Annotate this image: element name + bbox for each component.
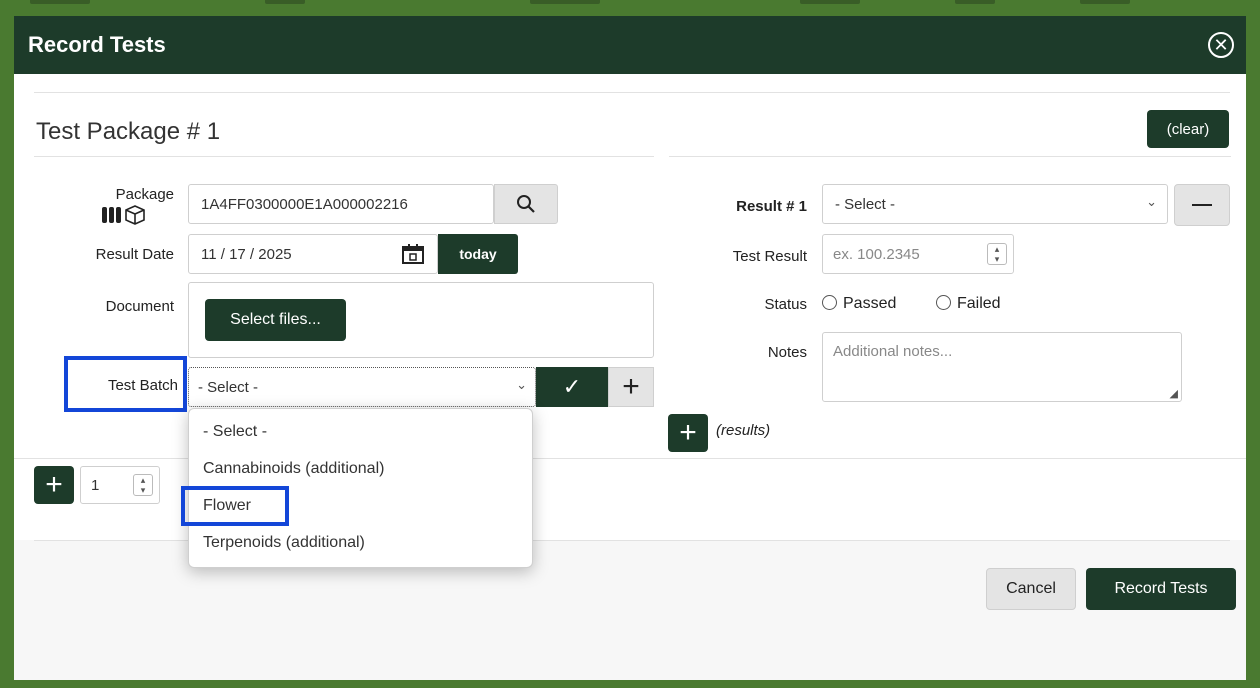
- record-tests-modal: Record Tests ✕ Test Package # 1 (clear) …: [14, 16, 1246, 680]
- chevron-down-icon: ⌄: [1146, 194, 1157, 209]
- record-tests-button[interactable]: Record Tests: [1086, 568, 1236, 610]
- passed-label: Passed: [843, 295, 897, 312]
- test-batch-value: - Select -: [198, 378, 259, 396]
- today-button[interactable]: today: [438, 234, 518, 274]
- package-type-icons: [100, 204, 148, 230]
- test-batch-label: Test Batch: [107, 377, 178, 394]
- cancel-button[interactable]: Cancel: [986, 568, 1076, 610]
- status-passed-option[interactable]: Passed: [822, 295, 896, 313]
- failed-label: Failed: [957, 295, 1001, 312]
- divider-left: [34, 156, 654, 157]
- notes-textarea[interactable]: Additional notes... ◢: [822, 332, 1182, 402]
- package-count-stepper[interactable]: 1 ▴ ▾: [80, 466, 160, 504]
- add-package-button[interactable]: +: [34, 466, 74, 504]
- close-icon[interactable]: ✕: [1208, 32, 1234, 58]
- clear-button[interactable]: (clear): [1147, 110, 1229, 148]
- calendar-icon[interactable]: [401, 244, 425, 268]
- result-label: Result # 1: [736, 198, 807, 215]
- test-package-title: Test Package # 1: [36, 118, 221, 145]
- notes-placeholder: Additional notes...: [833, 343, 953, 360]
- package-label: Package: [115, 186, 174, 203]
- failed-radio[interactable]: [936, 295, 951, 310]
- search-button[interactable]: [494, 184, 558, 224]
- resize-handle-icon[interactable]: ◢: [1170, 387, 1178, 400]
- package-count-value: 1: [91, 476, 100, 494]
- plus-icon: +: [45, 468, 63, 501]
- add-results-label: (results): [716, 422, 771, 439]
- status-failed-option[interactable]: Failed: [936, 295, 1001, 313]
- divider-right: [669, 156, 1231, 157]
- test-batch-select[interactable]: - Select - ⌄: [188, 367, 536, 407]
- divider: [34, 92, 1230, 93]
- minus-icon: [1192, 204, 1212, 206]
- modal-title: Record Tests: [28, 32, 166, 57]
- status-label: Status: [764, 296, 807, 313]
- modal-header: Record Tests ✕: [14, 16, 1246, 74]
- select-files-button[interactable]: Select files...: [205, 299, 346, 341]
- spinner-icon[interactable]: ▴ ▾: [987, 243, 1007, 265]
- passed-radio[interactable]: [822, 295, 837, 310]
- package-value: 1A4FF0300000E1A000002216: [201, 195, 408, 213]
- result-select-value: - Select -: [835, 195, 896, 213]
- dropdown-option[interactable]: - Select -: [203, 423, 267, 441]
- test-result-placeholder: ex. 100.2345: [833, 245, 920, 263]
- test-result-label: Test Result: [732, 248, 807, 265]
- document-label: Document: [105, 298, 174, 315]
- result-select[interactable]: - Select - ⌄: [822, 184, 1168, 224]
- add-test-batch-button[interactable]: +: [608, 367, 654, 407]
- add-result-button[interactable]: +: [668, 414, 708, 452]
- confirm-button[interactable]: ✓: [536, 367, 608, 407]
- spinner-icon[interactable]: ▴ ▾: [133, 474, 153, 496]
- notes-label: Notes: [767, 344, 807, 361]
- checkmark-icon: ✓: [562, 374, 582, 399]
- test-batch-dropdown: - Select - Cannabinoids (additional) Flo…: [181, 408, 533, 568]
- plus-icon: +: [679, 416, 697, 449]
- package-input[interactable]: 1A4FF0300000E1A000002216: [188, 184, 494, 224]
- flower-option-highlight: [181, 486, 289, 526]
- remove-result-button[interactable]: [1174, 184, 1230, 226]
- modal-body: Test Package # 1 (clear) Package 1A4FF03…: [14, 74, 1246, 680]
- dropdown-option[interactable]: Cannabinoids (additional): [203, 460, 384, 478]
- dropdown-option[interactable]: Terpenoids (additional): [203, 534, 365, 552]
- result-date-label: Result Date: [95, 246, 174, 263]
- chevron-down-icon: ⌄: [516, 377, 527, 392]
- test-result-input[interactable]: ex. 100.2345 ▴ ▾: [822, 234, 1014, 274]
- result-date-value: 11 / 17 / 2025: [201, 245, 292, 263]
- search-icon: [517, 195, 535, 213]
- plus-icon: +: [622, 370, 640, 403]
